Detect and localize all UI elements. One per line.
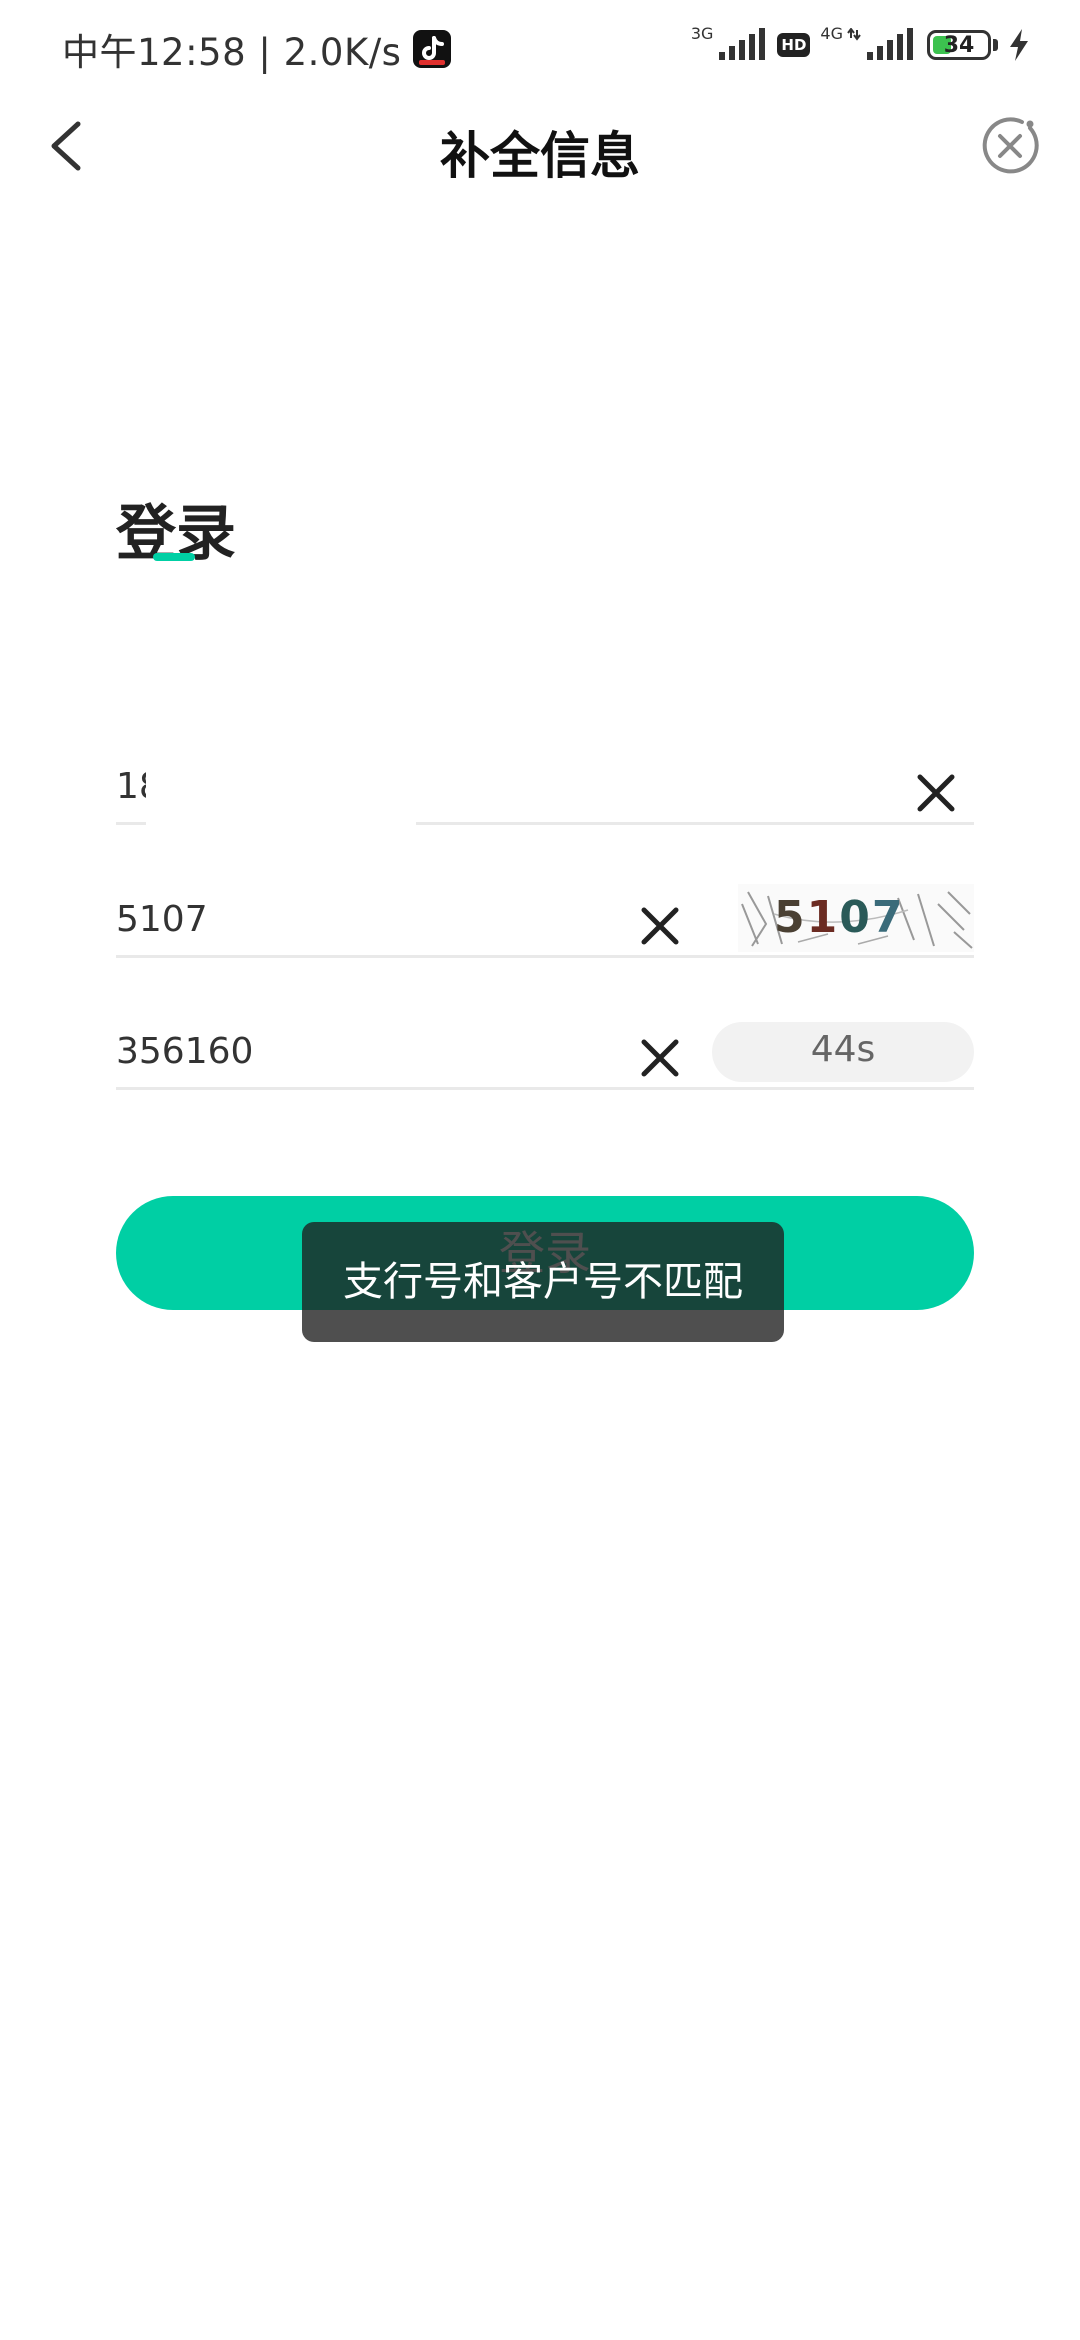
signal-bars-icon	[847, 28, 913, 60]
network-3g-label: 3G	[690, 23, 714, 43]
battery-level-text: 34	[943, 32, 975, 58]
captcha-char: 7	[871, 892, 905, 943]
screen: 中午12:58 | 2.0K/s 3G HD 4G 34 补全信息 登录 1 5…	[0, 0, 1080, 2340]
status-bar: 中午12:58 | 2.0K/s 3G HD 4G 34	[0, 0, 1080, 96]
status-time-speed: 中午12:58 | 2.0K/s	[62, 31, 402, 74]
phone-input-underline	[416, 822, 974, 825]
lightning-icon	[1010, 29, 1028, 61]
sms-code-input-underline	[116, 1087, 974, 1090]
captcha-image[interactable]: 5107	[738, 884, 974, 952]
close-button[interactable]	[978, 114, 1042, 178]
status-left: 中午12:58 | 2.0K/s	[62, 22, 452, 76]
phone-input-value[interactable]: 18	[116, 766, 146, 807]
clear-x-icon[interactable]	[638, 904, 682, 948]
close-circle-icon	[982, 117, 1039, 174]
login-heading-underline	[153, 553, 195, 561]
captcha-input[interactable]: 5107 5107	[116, 868, 974, 958]
sms-code-input-value[interactable]: 356160	[116, 1031, 253, 1072]
captcha-input-value[interactable]: 5107	[116, 899, 208, 940]
network-4g-label: 4G	[820, 23, 843, 43]
captcha-char: 1	[806, 892, 840, 943]
captcha-image-text: 5107	[774, 892, 905, 943]
toast-message: 支行号和客户号不匹配	[302, 1222, 784, 1342]
captcha-input-underline	[116, 955, 974, 958]
clear-x-icon[interactable]	[638, 1036, 682, 1080]
sms-code-input[interactable]: 356160 44s	[116, 1000, 974, 1090]
clear-x-icon[interactable]	[914, 771, 958, 815]
header: 补全信息	[0, 96, 1080, 196]
sms-countdown-button[interactable]: 44s	[712, 1022, 974, 1082]
tiktok-icon	[413, 30, 452, 68]
phone-input-underline	[116, 822, 146, 825]
hd-badge: HD	[777, 33, 811, 57]
page-title: 补全信息	[440, 127, 640, 185]
captcha-char: 5	[774, 892, 807, 943]
signal-bars-icon	[719, 28, 766, 60]
phone-input[interactable]: 18	[116, 735, 974, 825]
status-right: 3G HD 4G 34	[691, 24, 1030, 62]
battery-icon: 34	[927, 30, 991, 60]
battery-cap	[993, 39, 998, 51]
captcha-char: 0	[839, 892, 872, 943]
